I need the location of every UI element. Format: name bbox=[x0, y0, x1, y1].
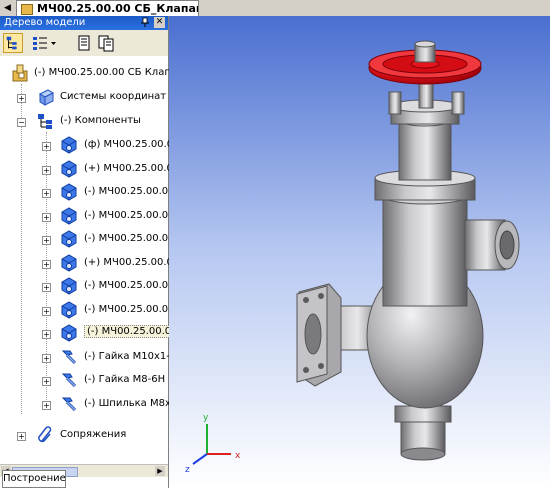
valve-model[interactable]: y x z bbox=[169, 16, 550, 488]
expand-icon[interactable]: + bbox=[42, 259, 51, 269]
tree-item-label: (-) МЧ00.25.00.03 bbox=[84, 303, 175, 315]
axis-x-label: x bbox=[235, 451, 241, 461]
tree-item-label: (-) Шпилька M8x1 bbox=[84, 397, 178, 409]
part-icon bbox=[61, 253, 77, 272]
expand-icon[interactable]: + bbox=[17, 94, 26, 103]
tree-comp-12[interactable]: + (-) Шпилька M8x1 bbox=[0, 395, 177, 415]
tree-comp-4[interactable]: + (-) МЧ00.25.00.06 bbox=[0, 206, 175, 227]
axis-triad: y x z bbox=[185, 413, 241, 475]
tree-root[interactable]: (-) МЧ00.25.00.00 СБ Клапан ( bbox=[0, 64, 191, 84]
tree-comp-7[interactable]: + (-) МЧ00.25.00.05 bbox=[0, 277, 175, 297]
tree-comp-9[interactable]: + (-) МЧ00.25.00.04 bbox=[0, 324, 181, 344]
expand-icon[interactable]: + bbox=[42, 353, 51, 363]
model-tree-panel: Дерево модели ✕ (-) МЧ00.25.00.00 СБ Кла… bbox=[0, 16, 191, 488]
expand-icon[interactable]: + bbox=[42, 212, 51, 222]
expand-icon[interactable]: + bbox=[42, 142, 51, 151]
document-tab[interactable]: МЧ00.25.00.00 СБ_Клапан bbox=[16, 0, 199, 17]
components-icon bbox=[38, 114, 52, 129]
tree-comp-3[interactable]: + (-) МЧ00.25.00.07 bbox=[0, 183, 175, 203]
copy-tree-icon[interactable] bbox=[96, 33, 116, 53]
list-view-dropdown-icon[interactable] bbox=[30, 33, 58, 53]
tree-comp-2[interactable]: + (+) МЧ00.25.00.09 bbox=[0, 159, 179, 180]
properties-icon[interactable] bbox=[74, 33, 94, 53]
part-icon bbox=[61, 300, 77, 319]
model-tree: (-) МЧ00.25.00.00 СБ Клапан ( + Системы … bbox=[0, 56, 191, 464]
panel-header: Дерево модели ✕ bbox=[0, 16, 168, 30]
expand-icon[interactable]: + bbox=[42, 189, 51, 198]
part-icon bbox=[61, 230, 77, 248]
document-tab-strip: ◀ МЧ00.25.00.00 СБ_Клапан bbox=[0, 0, 550, 17]
tree-comp-5[interactable]: + (-) МЧ00.25.00.08 bbox=[0, 230, 175, 250]
paperclip-icon bbox=[38, 426, 52, 443]
expand-icon[interactable]: + bbox=[42, 165, 51, 175]
coordinate-system-icon bbox=[38, 89, 54, 106]
tree-item-label: (-) Гайка M10x1-6 bbox=[84, 350, 177, 362]
tree-structure-icon[interactable] bbox=[3, 33, 23, 53]
tree-coord-label: Системы координат bbox=[60, 91, 167, 102]
close-icon[interactable]: ✕ bbox=[154, 17, 165, 28]
assembly-icon bbox=[12, 64, 28, 82]
tree-components[interactable]: − (-) Компоненты bbox=[0, 112, 168, 132]
tree-item-label: (-) МЧ00.25.00.05 bbox=[84, 280, 175, 291]
axis-z-label: z bbox=[185, 465, 190, 475]
expand-icon[interactable]: + bbox=[42, 400, 51, 410]
3d-viewport[interactable]: y x z bbox=[169, 16, 550, 488]
panel-title: Дерево модели bbox=[4, 17, 86, 28]
expand-icon[interactable]: + bbox=[42, 377, 51, 386]
part-icon bbox=[61, 183, 77, 201]
expand-icon[interactable]: + bbox=[42, 283, 51, 292]
bolt-icon bbox=[61, 373, 77, 388]
pin-icon[interactable] bbox=[140, 17, 150, 27]
tab-construction[interactable]: Построение bbox=[2, 470, 66, 488]
part-icon bbox=[61, 159, 77, 178]
tree-item-label: (-) МЧ00.25.00.04 bbox=[84, 325, 181, 338]
part-icon bbox=[61, 277, 77, 295]
expand-icon[interactable]: + bbox=[42, 330, 51, 339]
bolt-icon bbox=[61, 397, 77, 411]
tree-comp-8[interactable]: + (-) МЧ00.25.00.03 bbox=[0, 300, 175, 321]
expand-icon[interactable]: + bbox=[17, 432, 26, 441]
part-icon bbox=[61, 206, 77, 225]
tree-item-label: (+) МЧ00.25.00.02 bbox=[84, 256, 180, 268]
part-icon bbox=[61, 324, 77, 342]
axis-y-label: y bbox=[203, 413, 209, 423]
tree-root-label: (-) МЧ00.25.00.00 СБ Клапан ( bbox=[34, 67, 191, 78]
tree-toolbar bbox=[0, 30, 168, 57]
tree-comp-11[interactable]: + (-) Гайка M8-6H ГО bbox=[0, 371, 182, 391]
tree-comp-10[interactable]: + (-) Гайка M10x1-6 bbox=[0, 348, 176, 368]
tree-item-label: (-) МЧ00.25.00.06 bbox=[84, 209, 175, 221]
bolt-icon bbox=[61, 350, 77, 364]
tree-item-label: (-) МЧ00.25.00.08 bbox=[84, 233, 175, 244]
document-tab-title: МЧ00.25.00.00 СБ_Клапан bbox=[37, 2, 199, 15]
expand-icon[interactable]: + bbox=[42, 306, 51, 316]
scroll-right-icon[interactable]: ▶ bbox=[155, 466, 165, 476]
assembly-doc-icon bbox=[21, 4, 33, 15]
tree-comp-6[interactable]: + (+) МЧ00.25.00.02 bbox=[0, 253, 179, 274]
tree-mates-label: Сопряжения bbox=[60, 429, 127, 440]
part-icon bbox=[61, 136, 77, 154]
tree-mates[interactable]: + Сопряжения bbox=[0, 426, 168, 446]
tree-components-label: (-) Компоненты bbox=[60, 115, 141, 126]
collapse-icon[interactable]: − bbox=[17, 118, 26, 127]
tab-scroll-left-icon[interactable]: ◀ bbox=[4, 2, 14, 14]
tree-item-label: (-) МЧ00.25.00.07 bbox=[84, 186, 175, 197]
tree-item-label: (ф) МЧ00.25.00.01 bbox=[84, 139, 180, 150]
tree-item-label: (+) МЧ00.25.00.09 bbox=[84, 162, 180, 174]
tree-comp-1[interactable]: + (ф) МЧ00.25.00.01 bbox=[0, 136, 179, 156]
tree-coord-systems[interactable]: + Системы координат bbox=[0, 88, 168, 108]
expand-icon[interactable]: + bbox=[42, 236, 51, 245]
tree-item-label: (-) Гайка M8-6H ГО bbox=[84, 374, 183, 385]
